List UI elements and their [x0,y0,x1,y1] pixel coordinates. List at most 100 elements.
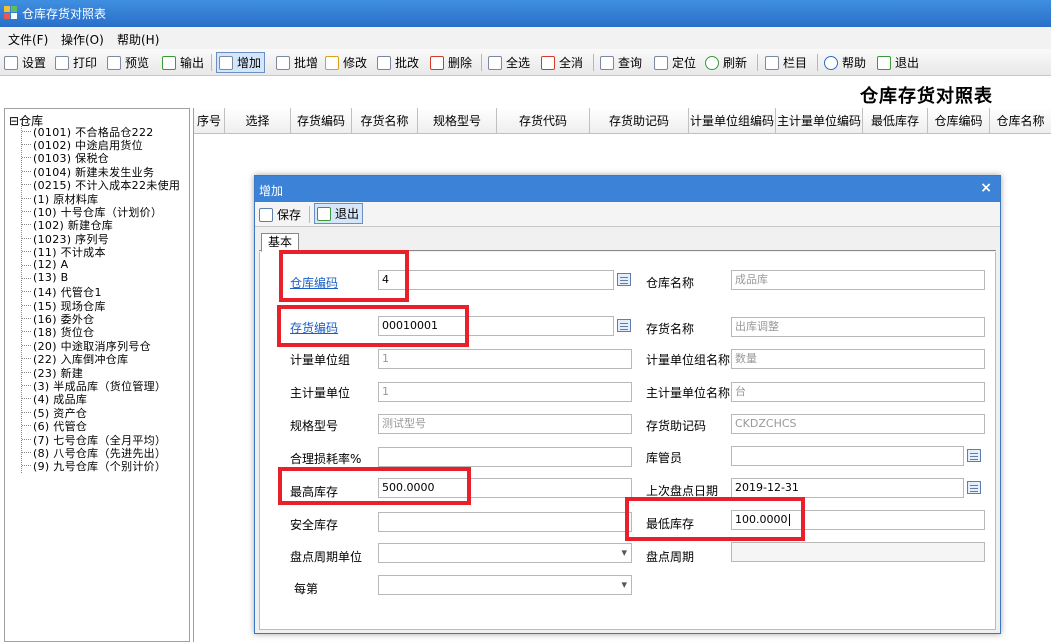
check-cycle-unit-label: 盘点周期单位 [290,550,363,564]
save-button[interactable]: 保存 [259,204,301,225]
keeper-input[interactable] [731,446,964,466]
print-button[interactable]: 打印 [55,52,97,73]
printer-icon [55,55,69,70]
help-label: 帮助 [842,56,867,70]
main-uom-name-field: 台 [731,382,985,402]
tree-connector [22,331,31,332]
toolbar-separator [481,54,482,71]
close-icon[interactable]: × [980,180,992,196]
help-button[interactable]: 帮助 [824,52,866,73]
tree-line [21,123,22,473]
column-header[interactable]: 存货代码 [497,108,590,134]
window-title: 仓库存货对照表 [22,7,107,21]
column-header[interactable]: 存货助记码 [590,108,689,134]
dialog-exit-button[interactable]: 退出 [314,203,364,224]
dialog-exit-label: 退出 [335,207,360,221]
preview-icon [107,55,121,70]
inventory-name-label: 存货名称 [646,322,695,336]
menu-bar: 文件(F) 操作(O) 帮助(H) [0,27,1051,49]
locate-button[interactable]: 定位 [654,52,696,73]
query-icon [600,55,614,70]
inventory-name-field: 出库调整 [731,317,985,337]
check-cycle-unit-select[interactable] [378,543,632,563]
column-header[interactable]: 计量单位组编码 [689,108,776,134]
tree-connector [22,372,31,373]
save-icon [259,207,273,222]
menu-operate[interactable]: 操作(O) [61,31,104,48]
tree-connector [22,211,31,212]
tree-connector [22,412,31,413]
columns-button[interactable]: 栏目 [765,52,807,73]
export-button[interactable]: 输出 [162,52,204,73]
refresh-button[interactable]: 刷新 [705,52,747,73]
preview-label: 预览 [125,56,150,70]
column-header[interactable]: 存货编码 [291,108,352,134]
save-label: 保存 [277,208,302,222]
tree-connector [22,465,31,466]
page-title: 仓库存货对照表 [860,86,993,107]
tree-connector [22,398,31,399]
exit-icon [877,55,891,70]
batch-add-button[interactable]: 批增 [276,52,318,73]
every-select[interactable] [378,575,632,595]
toolbar-separator [817,54,818,71]
keeper-label: 库管员 [646,451,683,465]
deselect-all-button[interactable]: 全消 [541,52,583,73]
warehouse-tree: ⊟仓库 (0101) 不合格品仓222 (0102) 中途启用货位 (0103)… [4,108,190,642]
highlight-inventory-code [277,305,469,347]
delete-label: 删除 [448,56,473,70]
tree-connector [22,224,31,225]
menu-file[interactable]: 文件(F) [8,31,48,48]
toolbar-separator [309,206,310,223]
delete-button[interactable]: 删除 [430,52,472,73]
add-dialog: 增加 × 保存 退出 基本 仓库编码 4 仓库名称 成品库 存货编码 00010… [254,175,1001,634]
add-button[interactable]: 增加 [216,52,266,73]
highlight-max-stock [278,467,471,505]
select-all-icon [488,55,502,70]
column-header[interactable]: 仓库名称 [990,108,1051,134]
lookup-icon[interactable] [967,449,981,462]
loss-rate-input[interactable] [378,447,632,467]
edit-label: 修改 [343,56,368,70]
column-header[interactable]: 规格型号 [418,108,497,134]
column-header[interactable]: 选择 [225,108,291,134]
safety-stock-input[interactable] [378,512,632,532]
every-label: 每第 [294,582,319,596]
column-header[interactable]: 最低库存 [863,108,928,134]
warehouse-code-input[interactable]: 4 [378,270,614,290]
tree-node[interactable]: (12) A [33,258,68,271]
columns-label: 栏目 [783,56,808,70]
select-all-button[interactable]: 全选 [488,52,530,73]
safety-stock-label: 安全库存 [290,518,339,532]
tree-connector [22,144,31,145]
last-check-date-input[interactable]: 2019-12-31 [731,478,964,498]
tree-node[interactable]: (9) 九号仓库（个别计价） [33,458,166,474]
toolbar-separator [593,54,594,71]
check-cycle-input[interactable] [731,542,985,562]
tree-connector [22,184,31,185]
column-header[interactable]: 存货名称 [352,108,418,134]
lookup-icon[interactable] [617,273,631,286]
column-header[interactable]: 序号 [194,108,225,134]
tab-strip: 基本 [259,231,996,252]
batch-edit-label: 批改 [395,56,420,70]
toolbar-separator [211,54,212,71]
exit-button[interactable]: 退出 [877,52,919,73]
check-cycle-label: 盘点周期 [646,550,695,564]
lookup-icon[interactable] [617,319,631,332]
settings-button[interactable]: 设置 [4,52,46,73]
column-header[interactable]: 主计量单位编码 [776,108,863,134]
tree-connector [22,452,31,453]
batch-edit-button[interactable]: 批改 [377,52,419,73]
columns-icon [765,55,779,70]
tree-connector [22,425,31,426]
edit-button[interactable]: 修改 [325,52,367,73]
calendar-icon[interactable] [967,481,981,494]
tree-node[interactable]: (13) B [33,271,68,284]
toolbar-separator [757,54,758,71]
query-button[interactable]: 查询 [600,52,642,73]
tree-connector [22,385,31,386]
preview-button[interactable]: 预览 [107,52,149,73]
menu-help[interactable]: 帮助(H) [117,31,159,48]
column-header[interactable]: 仓库编码 [928,108,990,134]
